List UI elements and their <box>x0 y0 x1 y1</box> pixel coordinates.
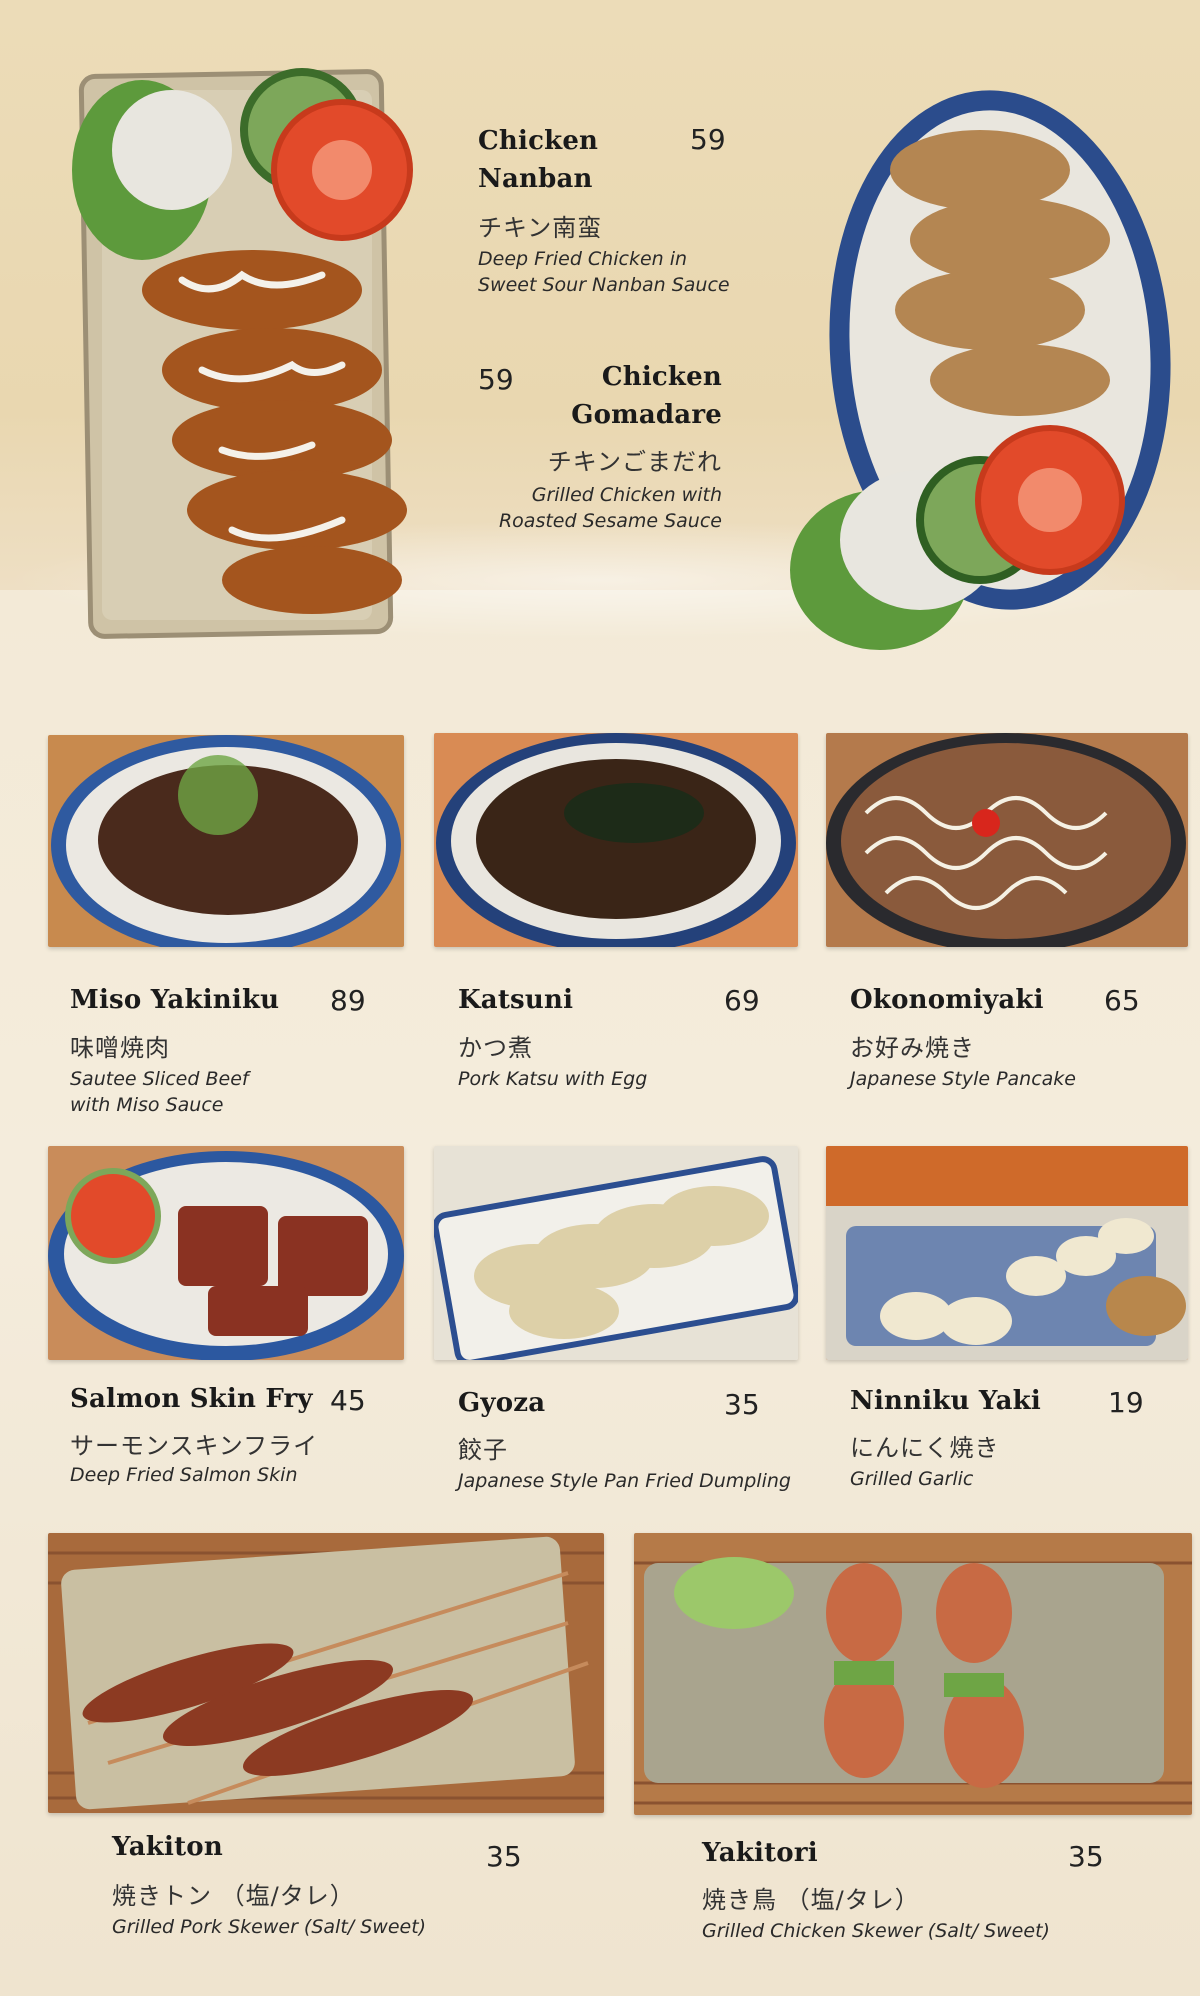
chicken-gomadare-name-line2: Gomadare <box>571 400 722 430</box>
salmon-skin-fry-description: Deep Fried Salmon Skin <box>70 1464 298 1486</box>
yakiton-japanese: 焼きトン （塩/タレ） <box>112 1882 355 1910</box>
miso-yakiniku-name: Miso Yakiniku <box>70 985 280 1015</box>
gyoza-japanese: 餃子 <box>458 1436 508 1464</box>
gyoza-description: Japanese Style Pan Fried Dumpling <box>458 1470 791 1492</box>
ninniku-yaki-name: Ninniku Yaki <box>850 1386 1041 1416</box>
miso-yakiniku-photo <box>48 735 404 947</box>
salmon-skin-fry-photo <box>48 1146 404 1360</box>
okonomiyaki-name: Okonomiyaki <box>850 985 1044 1015</box>
gyoza-name: Gyoza <box>458 1388 546 1418</box>
okonomiyaki-japanese: お好み焼き <box>850 1034 975 1062</box>
yakiton-description: Grilled Pork Skewer (Salt/ Sweet) <box>112 1916 427 1938</box>
chicken-nanban-description-line1: Deep Fried Chicken in <box>478 248 688 270</box>
katsuni-name: Katsuni <box>458 985 574 1015</box>
chicken-gomadare-description-line2: Roasted Sesame Sauce <box>498 510 722 532</box>
miso-yakiniku-description-line1: Sautee Sliced Beef <box>70 1068 249 1090</box>
katsuni-price: 69 <box>724 984 760 1017</box>
chicken-nanban-name-line2: Nanban <box>478 164 593 194</box>
katsuni-photo <box>434 733 798 947</box>
yakitori-price: 35 <box>1068 1840 1104 1873</box>
yakiton-photo <box>48 1533 604 1813</box>
miso-yakiniku-description-line2: with Miso Sauce <box>70 1094 224 1116</box>
gyoza-photo <box>434 1146 798 1360</box>
salmon-skin-fry-price: 45 <box>330 1384 366 1417</box>
chicken-nanban-name-line1: Chicken <box>478 126 599 156</box>
okonomiyaki-price: 65 <box>1104 984 1140 1017</box>
yakiton-price: 35 <box>486 1840 522 1873</box>
ninniku-yaki-description: Grilled Garlic <box>850 1468 974 1490</box>
yakitori-name: Yakitori <box>702 1838 818 1868</box>
miso-yakiniku-japanese: 味噌焼肉 <box>70 1034 170 1062</box>
yakitori-japanese: 焼き鳥 （塩/タレ） <box>702 1886 920 1914</box>
gyoza-price: 35 <box>724 1388 760 1421</box>
katsuni-japanese: かつ煮 <box>458 1034 533 1062</box>
chicken-nanban-japanese: チキン南蛮 <box>478 214 603 242</box>
miso-yakiniku-price: 89 <box>330 984 366 1017</box>
yakitori-photo <box>634 1533 1192 1815</box>
chicken-nanban-description-line2: Sweet Sour Nanban Sauce <box>478 274 730 296</box>
chicken-nanban-price: 59 <box>690 123 726 156</box>
chicken-gomadare-description-line1: Grilled Chicken with <box>531 484 722 506</box>
chicken-gomadare-name-line1: Chicken <box>601 362 722 392</box>
chicken-nanban-photo <box>52 30 442 650</box>
yakitori-description: Grilled Chicken Skewer (Salt/ Sweet) <box>702 1920 1050 1942</box>
chicken-gomadare-photo <box>780 50 1180 690</box>
okonomiyaki-photo <box>826 733 1188 947</box>
ninniku-yaki-price: 19 <box>1108 1386 1144 1419</box>
okonomiyaki-description: Japanese Style Pancake <box>850 1068 1076 1090</box>
ninniku-yaki-japanese: にんにく焼き <box>850 1434 1000 1462</box>
salmon-skin-fry-name: Salmon Skin Fry <box>70 1384 313 1414</box>
ninniku-yaki-photo <box>826 1146 1188 1360</box>
yakiton-name: Yakiton <box>112 1832 223 1862</box>
chicken-gomadare-japanese: チキンごまだれ <box>547 448 722 476</box>
katsuni-description: Pork Katsu with Egg <box>458 1068 648 1090</box>
salmon-skin-fry-japanese: サーモンスキンフライ <box>70 1432 319 1460</box>
